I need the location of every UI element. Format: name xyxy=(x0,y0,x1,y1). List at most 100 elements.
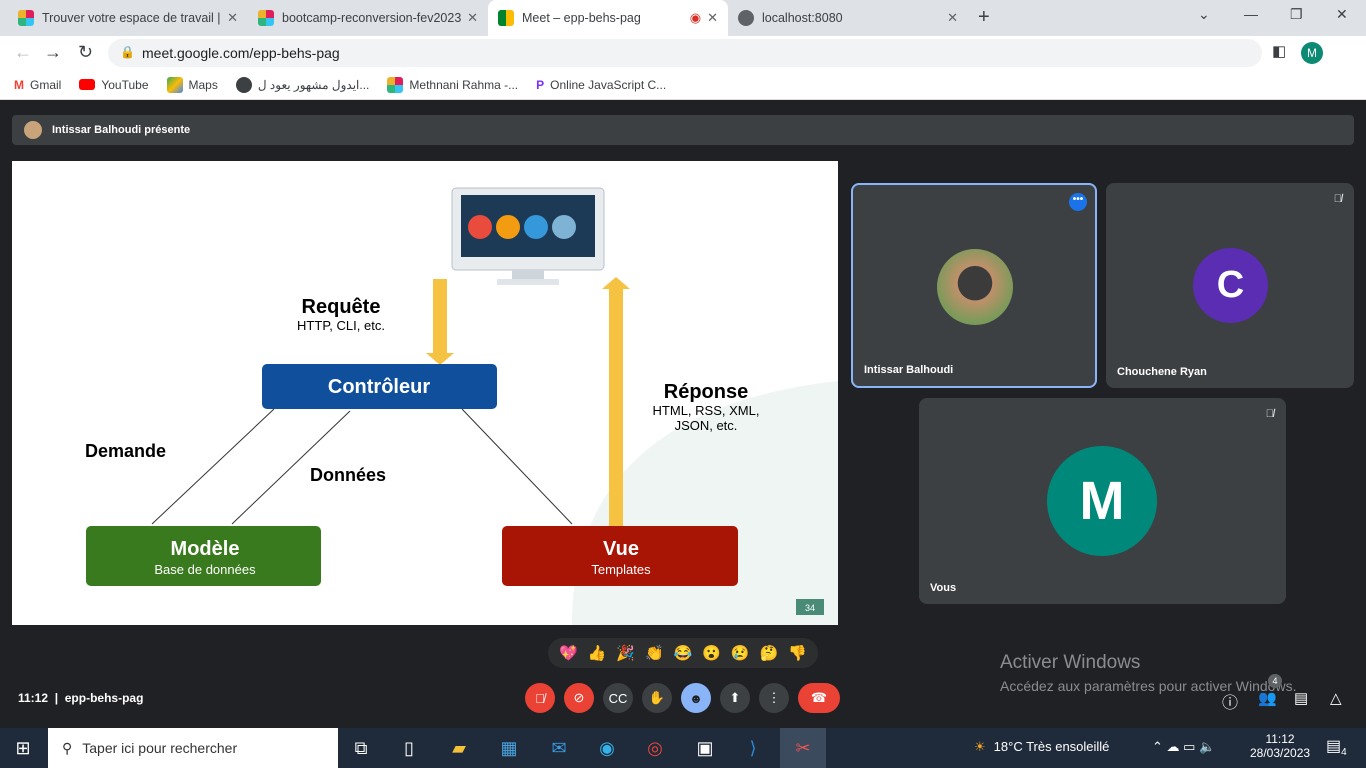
taskbar-search[interactable]: ⚲ Taper ici pour rechercher xyxy=(48,728,338,768)
meeting-details-icon[interactable]: ⓘ xyxy=(1222,689,1238,713)
close-window-button[interactable]: ✕ xyxy=(1336,6,1348,23)
present-button[interactable]: ⬆ xyxy=(720,683,750,713)
bookmark-gmail[interactable]: M Gmail xyxy=(14,78,61,92)
restore-button[interactable]: ❐ xyxy=(1290,6,1303,23)
chrome-icon[interactable]: ◎ xyxy=(632,728,678,768)
bookmark-methnani[interactable]: Methnani Rahma -... xyxy=(387,76,518,93)
reponse-label: Réponse xyxy=(664,381,748,403)
file-explorer-icon[interactable]: ▰ xyxy=(436,728,482,768)
response-arrow xyxy=(609,289,623,527)
task-view-icon[interactable]: ⧉ xyxy=(338,728,384,768)
reaction-laugh[interactable]: 😂 xyxy=(674,644,693,662)
bookmark-label: ايدول مشهور يعود ل... xyxy=(257,77,370,92)
minimize-button[interactable]: — xyxy=(1244,6,1258,22)
reaction-party[interactable]: 🎉 xyxy=(616,644,635,662)
tab-meet[interactable]: Meet – epp-behs-pag ◉ ✕ xyxy=(488,0,728,36)
mvc-diagram: Requête HTTP, CLI, etc. Contrôleur Répon… xyxy=(85,187,838,625)
activities-icon[interactable]: △ xyxy=(1330,689,1342,707)
reload-icon[interactable]: ↻ xyxy=(78,42,93,63)
notification-center-icon[interactable]: ▤4 xyxy=(1326,736,1347,758)
tab-title: bootcamp-reconversion-fev2023 xyxy=(282,11,462,25)
tab-localhost[interactable]: localhost:8080 ✕ xyxy=(728,0,968,36)
tab-slack-workspace[interactable]: Trouver votre espace de travail | S ✕ xyxy=(8,0,248,36)
bookmark-online-js[interactable]: P Online JavaScript C... xyxy=(536,78,666,92)
bookmark-arabic[interactable]: ايدول مشهور يعود ل... xyxy=(235,76,370,93)
more-options-icon[interactable]: ••• xyxy=(1069,193,1087,211)
notification-count: 4 xyxy=(1341,747,1347,759)
forward-icon[interactable]: → xyxy=(44,42,62,63)
tab-search-icon[interactable]: ⌄ xyxy=(1198,6,1210,23)
reaction-thumbs-down[interactable]: 👎 xyxy=(788,644,807,662)
globe-icon xyxy=(235,76,252,93)
chat-icon[interactable]: ▤ xyxy=(1294,689,1308,707)
participant-name: Chouchene Ryan xyxy=(1117,366,1207,378)
meeting-time: 11:12 xyxy=(18,691,49,705)
reaction-thinking[interactable]: 🤔 xyxy=(760,644,779,662)
new-tab-button[interactable]: + xyxy=(978,6,990,29)
leave-call-button[interactable]: ☎ xyxy=(798,683,840,713)
people-count-badge: 4 xyxy=(1268,674,1282,688)
search-placeholder: Taper ici pour rechercher xyxy=(82,740,238,756)
bookmark-youtube[interactable]: YouTube xyxy=(79,78,149,92)
windows-taskbar: ⊞ ⚲ Taper ici pour rechercher ⧉ ▯ ▰ ▦ ✉ ◉… xyxy=(0,728,1366,768)
slack-icon xyxy=(18,10,34,26)
reaction-clap[interactable]: 👏 xyxy=(645,644,664,662)
profile-avatar[interactable]: M xyxy=(1301,42,1323,64)
participant-name: Intissar Balhoudi xyxy=(864,364,954,376)
side-panel-icon[interactable]: ◧ xyxy=(1272,42,1286,60)
clock[interactable]: 11:12 28/03/2023 xyxy=(1250,732,1310,760)
search-icon: ⚲ xyxy=(62,739,73,756)
participant-name: Vous xyxy=(930,582,957,594)
participant-tile[interactable]: 🎙̸ C Chouchene Ryan xyxy=(1106,183,1354,388)
youtube-icon xyxy=(79,79,96,90)
reaction-surprised[interactable]: 😮 xyxy=(702,644,721,662)
participant-tile[interactable]: ••• Intissar Balhoudi xyxy=(851,183,1097,388)
reaction-heart[interactable]: 💖 xyxy=(559,644,578,662)
raise-hand-button[interactable]: ✋ xyxy=(642,683,672,713)
snipping-tool-icon[interactable]: ✂ xyxy=(780,728,826,768)
reactions-button[interactable]: ☻ xyxy=(681,683,711,713)
reaction-sad[interactable]: 😢 xyxy=(731,644,750,662)
close-tab-icon[interactable]: ✕ xyxy=(947,10,958,26)
camera-toggle-button[interactable]: ⊘ xyxy=(564,683,594,713)
vue-label: Vue xyxy=(603,538,639,560)
people-icon[interactable]: 👥 xyxy=(1258,689,1277,707)
mail-icon[interactable]: ✉ xyxy=(536,728,582,768)
close-tab-icon[interactable]: ✕ xyxy=(467,10,478,26)
file-icon[interactable]: ▯ xyxy=(386,728,432,768)
participant-photo xyxy=(937,249,1013,325)
presenter-avatar xyxy=(24,121,42,139)
donnees-label: Données xyxy=(310,465,386,485)
tab-slack-bootcamp[interactable]: bootcamp-reconversion-fev2023 ✕ xyxy=(248,0,488,36)
close-tab-icon[interactable]: ✕ xyxy=(707,10,718,26)
tab-title: localhost:8080 xyxy=(762,11,843,25)
mic-toggle-button[interactable]: 🎙̸ xyxy=(525,683,555,713)
tab-title: Trouver votre espace de travail | S xyxy=(42,11,222,25)
demande-label: Demande xyxy=(85,441,166,461)
close-tab-icon[interactable]: ✕ xyxy=(227,10,238,26)
edge-icon[interactable]: ◉ xyxy=(584,728,630,768)
bookmark-maps[interactable]: Maps xyxy=(166,76,218,93)
slack-icon xyxy=(387,76,404,93)
weather-icon: ☀ xyxy=(974,739,986,754)
address-bar[interactable]: 🔒 meet.google.com/epp-behs-pag xyxy=(108,39,1262,67)
terminal-icon[interactable]: ▣ xyxy=(682,728,728,768)
more-options-button[interactable]: ⋮ xyxy=(759,683,789,713)
programiz-icon: P xyxy=(536,77,545,92)
tab-strip: Trouver votre espace de travail | S ✕ boo… xyxy=(0,0,1366,36)
clock-time: 11:12 xyxy=(1265,732,1295,746)
request-arrow xyxy=(433,279,447,359)
vscode-icon[interactable]: ⟩ xyxy=(730,728,776,768)
tray-icons[interactable]: ⌃ ☁ ▭ 🔈 xyxy=(1152,739,1215,755)
captions-button[interactable]: CC xyxy=(603,683,633,713)
store-icon[interactable]: ▦ xyxy=(486,728,532,768)
requete-sub: HTTP, CLI, etc. xyxy=(297,318,385,333)
presenting-banner: Intissar Balhoudi présente xyxy=(12,115,1354,145)
weather-widget[interactable]: ☀ 18°C Très ensoleillé xyxy=(974,739,1109,755)
gmail-icon: M xyxy=(14,77,24,92)
reaction-thumbs-up[interactable]: 👍 xyxy=(588,644,607,662)
weather-text: 18°C Très ensoleillé xyxy=(993,739,1110,754)
participant-tile-self[interactable]: 🎙̸ M Vous xyxy=(919,398,1286,604)
start-button[interactable]: ⊞ xyxy=(0,728,46,768)
back-icon[interactable]: ← xyxy=(14,42,32,63)
